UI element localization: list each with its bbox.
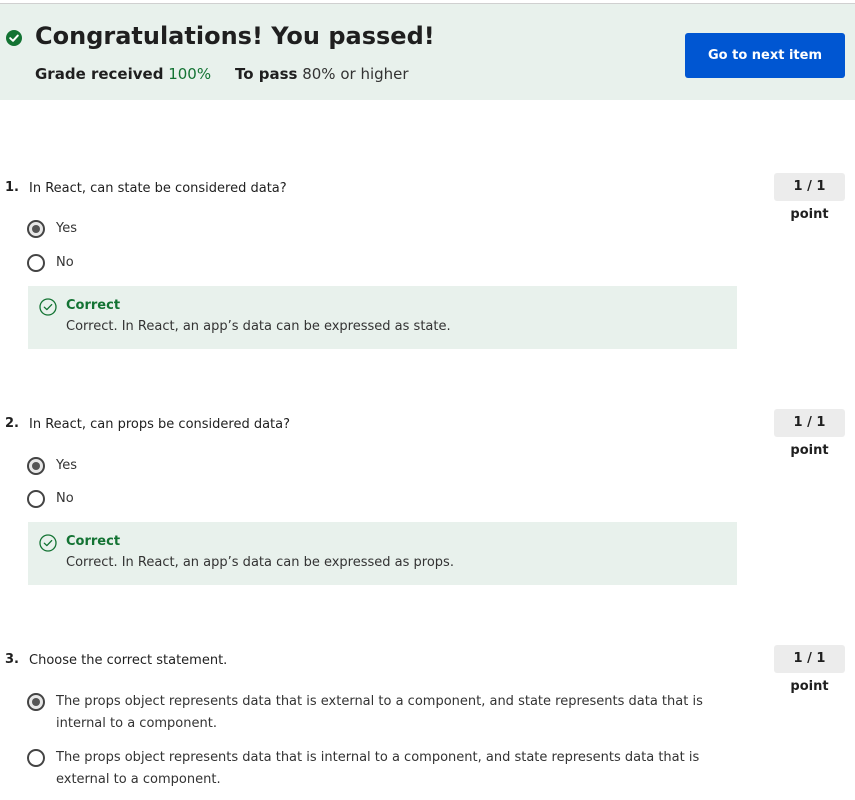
points-badge: 1 / 1 point	[774, 409, 845, 458]
grade-value: 100%	[168, 65, 212, 83]
radio-button[interactable]	[27, 254, 45, 272]
radio-button-selected[interactable]	[27, 220, 45, 238]
feedback-title: Correct	[66, 298, 121, 313]
option-label: The props object represents data that is…	[56, 750, 700, 787]
result-title: Congratulations! You passed!	[35, 22, 435, 50]
option-label: Yes	[56, 221, 77, 236]
option-label: No	[56, 255, 74, 270]
feedback-box: Correct Correct. In React, an app’s data…	[28, 286, 737, 349]
option-label: No	[56, 491, 74, 506]
feedback-text: Correct. In React, an app’s data can be …	[66, 319, 451, 334]
radio-button[interactable]	[27, 749, 45, 767]
question-text: Choose the correct statement.	[29, 653, 228, 668]
points-badge: 1 / 1 point	[774, 173, 845, 222]
radio-button[interactable]	[27, 490, 45, 508]
grade-summary: Grade received 100% To pass 80% or highe…	[35, 65, 409, 83]
result-banner: Congratulations! You passed! Grade recei…	[0, 3, 855, 100]
grade-label: Grade received	[35, 65, 164, 83]
question-text: In React, can props be considered data?	[29, 417, 291, 432]
pass-label: To pass	[234, 65, 298, 83]
question-text: In React, can state be considered data?	[29, 181, 287, 196]
feedback-title: Correct	[66, 534, 121, 549]
check-circle-outline-icon	[39, 298, 57, 316]
points-badge: 1 / 1 point	[774, 645, 845, 694]
radio-button-selected[interactable]	[27, 457, 45, 475]
question-number: 2.	[5, 416, 19, 431]
feedback-text: Correct. In React, an app’s data can be …	[66, 555, 454, 570]
option-label: The props object represents data that is…	[56, 694, 703, 731]
pass-value: 80% or higher	[302, 65, 409, 83]
option-label: Yes	[56, 458, 77, 473]
question-number: 3.	[5, 652, 19, 667]
radio-button-selected[interactable]	[27, 693, 45, 711]
check-circle-outline-icon	[39, 534, 57, 552]
go-to-next-item-button[interactable]: Go to next item	[685, 33, 845, 78]
question-number: 1.	[5, 180, 19, 195]
feedback-box: Correct Correct. In React, an app’s data…	[28, 522, 737, 585]
check-circle-icon	[6, 30, 22, 46]
